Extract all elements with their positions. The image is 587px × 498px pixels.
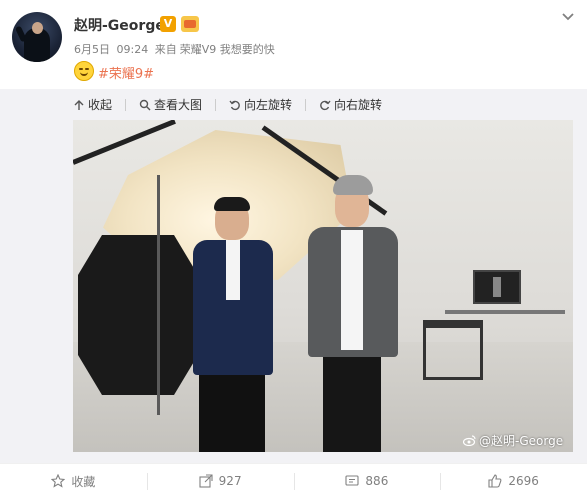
photo-light-stand: [157, 175, 160, 415]
verified-badge-icon: V: [160, 16, 176, 32]
magnifier-icon: [139, 99, 151, 110]
like-count: 2696: [508, 474, 539, 488]
action-bar: 收藏 927 886 2696: [0, 463, 587, 498]
post-meta: 6月5日 09:24 来自 荣耀V9 我想要的快: [74, 41, 278, 57]
rotate-left-button[interactable]: 向左旋转: [229, 96, 292, 113]
photo-monitor: [473, 270, 521, 304]
photo-light-boom: [73, 120, 176, 165]
smile-emoji-icon: [74, 61, 94, 81]
hashtag-link[interactable]: #荣耀9#: [98, 63, 154, 82]
photo-chair: [423, 320, 483, 380]
star-icon: [51, 474, 66, 488]
username-link[interactable]: 赵明-George: [74, 15, 165, 35]
rotate-left-label: 向左旋转: [244, 98, 293, 112]
repost-count: 927: [218, 474, 242, 488]
photo-person-right: [303, 175, 398, 452]
collapse-button[interactable]: 收起: [73, 96, 112, 113]
avatar[interactable]: [12, 12, 62, 62]
rotate-right-label: 向右旋转: [334, 98, 383, 112]
photo-desk: [445, 310, 565, 314]
comment-icon: [345, 475, 359, 486]
thumbs-up-icon: [488, 474, 502, 488]
view-large-button[interactable]: 查看大图: [139, 96, 202, 113]
toolbar-divider: [215, 98, 217, 111]
photo-octabox: [78, 235, 198, 395]
favorite-label: 收藏: [71, 474, 96, 489]
collapse-label: 收起: [88, 98, 113, 112]
weibo-logo-icon: [463, 435, 476, 446]
avatar-face: [32, 22, 43, 34]
like-button[interactable]: 2696: [440, 464, 587, 498]
comment-button[interactable]: 886: [293, 464, 441, 498]
rotate-left-icon: [229, 100, 240, 110]
view-large-label: 查看大图: [154, 98, 203, 112]
toolbar-divider: [305, 98, 307, 111]
chevron-down-icon[interactable]: [561, 10, 575, 24]
vip-badge-icon: [181, 16, 199, 32]
photo-person-left: [193, 197, 273, 452]
post-source-prefix: 来自: [154, 43, 177, 56]
post-source[interactable]: 荣耀V9 我想要的快: [180, 43, 275, 56]
favorite-button[interactable]: 收藏: [0, 464, 147, 498]
post-time[interactable]: 09:24: [117, 43, 149, 56]
image-toolbar: 收起 查看大图 向左旋转 向右旋转: [73, 96, 395, 113]
rotate-right-button[interactable]: 向右旋转: [319, 96, 382, 113]
toolbar-divider: [125, 98, 127, 111]
rotate-right-icon: [320, 100, 331, 110]
share-icon: [199, 474, 213, 488]
photo-watermark: @赵明-George: [463, 432, 563, 449]
collapse-icon: [74, 99, 84, 110]
watermark-text: @赵明-George: [479, 434, 564, 448]
comment-count: 886: [365, 474, 389, 488]
repost-button[interactable]: 927: [146, 464, 294, 498]
post-date[interactable]: 6月5日: [74, 43, 110, 56]
post-photo[interactable]: [73, 120, 573, 452]
